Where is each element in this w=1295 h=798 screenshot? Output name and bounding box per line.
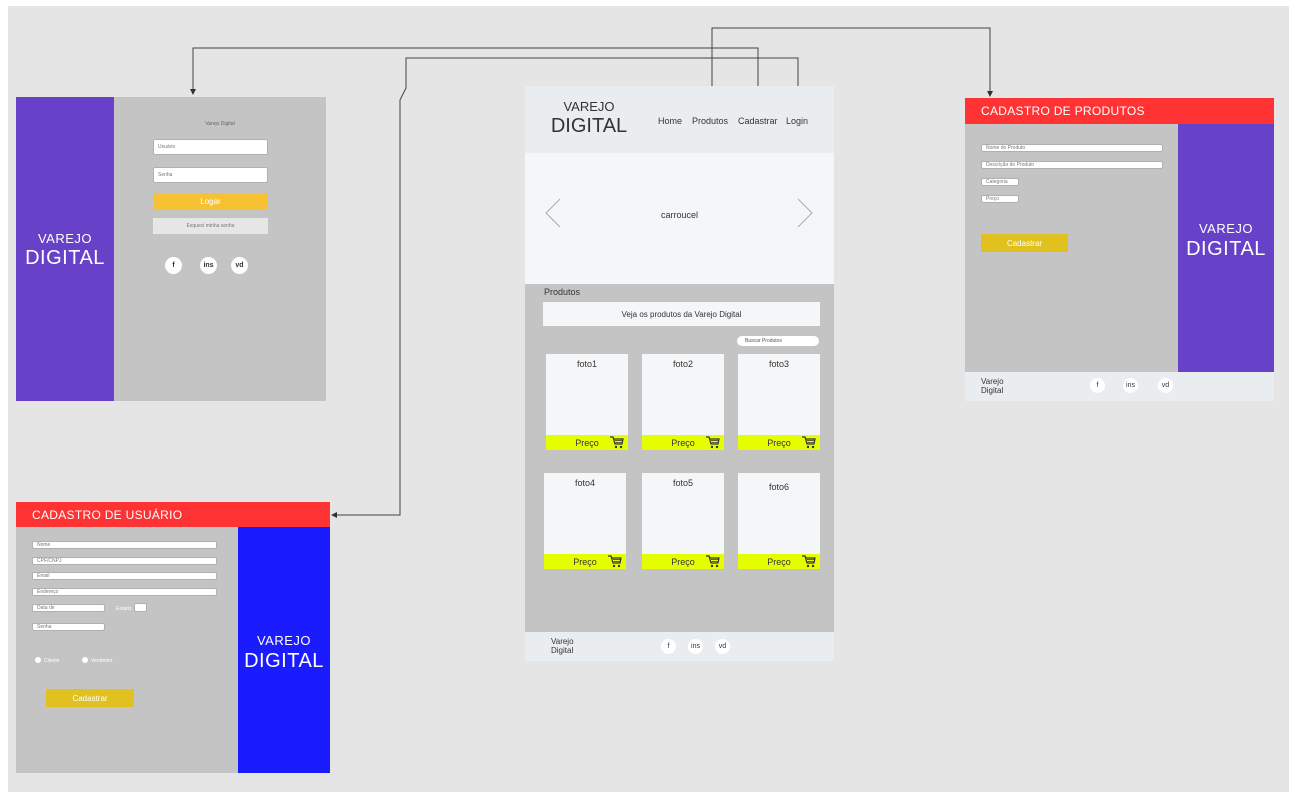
user-signup-title: CADASTRO DE USUÁRIO xyxy=(16,502,330,527)
product-photo: foto6 xyxy=(768,482,790,492)
instagram-icon[interactable]: ins xyxy=(1123,378,1138,393)
carousel: carroucel xyxy=(525,153,834,284)
cart-icon[interactable] xyxy=(706,555,720,568)
carousel-next-icon[interactable] xyxy=(795,197,815,229)
products-section: Produtos Veja os produtos da Varejo Digi… xyxy=(525,284,834,632)
header-brand-large: DIGITAL xyxy=(550,115,628,137)
user-signup-form-panel: Nome CPF/CNPJ Email Endereço Data de Est… xyxy=(16,527,238,773)
login-heading: Varejo Digital xyxy=(205,121,235,127)
product-photo: foto2 xyxy=(672,359,694,369)
nav-login[interactable]: Login xyxy=(786,116,808,126)
cpf-input[interactable]: CPF/CNPJ xyxy=(32,557,217,565)
vd-icon[interactable]: vd xyxy=(231,257,248,274)
product-signup-footer: Varejo Digital f ins vd xyxy=(965,372,1274,401)
status-label: Estado xyxy=(116,606,132,612)
home-screen: VAREJO DIGITAL Home Produtos Cadastrar L… xyxy=(525,86,834,661)
search-products-input[interactable]: Buscar Produtos xyxy=(737,336,819,346)
product-price: Preço xyxy=(575,437,599,448)
radio-seller-label: Vendedor xyxy=(91,658,113,664)
product-name-input[interactable]: Nome do Produto xyxy=(981,144,1163,152)
username-input[interactable]: Usuário xyxy=(153,139,268,155)
footer-brand-line1: Varejo xyxy=(981,377,1004,386)
product-signup-screen: CADASTRO DE PRODUTOS Nome do Produto Des… xyxy=(965,98,1274,401)
product-price: Preço xyxy=(767,556,791,567)
product-signup-form-panel: Nome do Produto Descrição do Produto Cat… xyxy=(965,124,1178,372)
product-signup-title: CADASTRO DE PRODUTOS xyxy=(965,98,1274,124)
instagram-icon[interactable]: ins xyxy=(688,639,703,654)
product-signup-brand-panel: VAREJO DIGITAL xyxy=(1178,124,1274,372)
radio-seller[interactable] xyxy=(82,657,88,663)
product-photo: foto4 xyxy=(574,478,596,488)
login-button[interactable]: Logar xyxy=(153,193,268,210)
product-price: Preço xyxy=(671,437,695,448)
product-price: Preço xyxy=(671,556,695,567)
product-card[interactable]: foto3 Preço xyxy=(738,354,820,450)
cart-icon[interactable] xyxy=(608,555,622,568)
footer-brand: Varejo Digital xyxy=(981,377,1004,395)
product-card[interactable]: foto1 Preço xyxy=(546,354,628,450)
category-input[interactable]: Categoria xyxy=(981,178,1019,186)
address-input[interactable]: Endereço xyxy=(32,588,217,596)
login-form-panel: Varejo Digital Usuário Senha Logar Esque… xyxy=(114,97,326,401)
product-price: Preço xyxy=(573,556,597,567)
cart-icon[interactable] xyxy=(802,555,816,568)
name-input[interactable]: Nome xyxy=(32,541,217,549)
facebook-icon[interactable]: f xyxy=(1090,378,1105,393)
login-screen: VAREJO DIGITAL Varejo Digital Usuário Se… xyxy=(16,97,326,401)
nav-products[interactable]: Produtos xyxy=(692,116,728,126)
user-signup-brand-panel: VAREJO DIGITAL xyxy=(238,527,330,773)
user-signup-screen: CADASTRO DE USUÁRIO Nome CPF/CNPJ Email … xyxy=(16,502,330,773)
carousel-label: carroucel xyxy=(660,210,698,220)
product-description-input[interactable]: Descrição do Produto xyxy=(981,161,1163,169)
brand-large: DIGITAL xyxy=(1186,238,1266,260)
products-banner: Veja os produtos da Varejo Digital xyxy=(543,302,820,326)
price-input[interactable]: Preço xyxy=(981,195,1019,203)
cart-icon[interactable] xyxy=(802,436,816,449)
product-photo: foto3 xyxy=(768,359,790,369)
footer-brand-line1: Varejo xyxy=(551,637,574,646)
brand-large: DIGITAL xyxy=(244,650,324,672)
cart-icon[interactable] xyxy=(706,436,720,449)
brand-small: VAREJO xyxy=(37,231,93,246)
brand-large: DIGITAL xyxy=(25,247,105,269)
date-input[interactable]: Data de xyxy=(32,604,105,612)
facebook-icon[interactable]: f xyxy=(165,257,182,274)
product-photo: foto1 xyxy=(576,359,598,369)
vd-icon[interactable]: vd xyxy=(715,639,730,654)
product-card[interactable]: foto2 Preço xyxy=(642,354,724,450)
cart-icon[interactable] xyxy=(610,436,624,449)
instagram-icon[interactable]: ins xyxy=(200,257,217,274)
brand-small: VAREJO xyxy=(1198,221,1254,236)
product-price: Preço xyxy=(767,437,791,448)
product-card[interactable]: foto4 Preço xyxy=(544,473,626,569)
product-signup-submit-button[interactable]: Cadastrar xyxy=(981,234,1068,252)
forgot-password-button[interactable]: Esqueci minha senha xyxy=(153,218,268,234)
radio-client[interactable] xyxy=(35,657,41,663)
user-signup-submit-button[interactable]: Cadastrar xyxy=(46,689,134,707)
product-photo: foto5 xyxy=(672,478,694,488)
product-card[interactable]: foto5 Preço xyxy=(642,473,724,569)
password-input[interactable]: Senha xyxy=(153,167,268,183)
brand-small: VAREJO xyxy=(256,633,312,648)
facebook-icon[interactable]: f xyxy=(661,639,676,654)
footer-brand: Varejo Digital xyxy=(551,637,574,655)
footer-brand-line2: Digital xyxy=(981,386,1004,395)
products-heading: Produtos xyxy=(544,287,581,297)
signup-password-input[interactable]: Senha xyxy=(32,623,105,631)
header-brand-small: VAREJO xyxy=(563,99,615,114)
footer-brand-line2: Digital xyxy=(551,646,574,655)
home-footer: Varejo Digital f ins vd xyxy=(525,632,834,661)
email-input[interactable]: Email xyxy=(32,572,217,580)
nav-home[interactable]: Home xyxy=(658,116,682,126)
home-header: VAREJO DIGITAL Home Produtos Cadastrar L… xyxy=(525,86,834,153)
vd-icon[interactable]: vd xyxy=(1158,378,1173,393)
product-card[interactable]: foto6 Preço xyxy=(738,473,820,569)
radio-client-label: Cliente xyxy=(44,658,60,664)
nav-signup[interactable]: Cadastrar xyxy=(738,116,778,126)
status-input[interactable] xyxy=(134,603,147,612)
login-brand-panel: VAREJO DIGITAL xyxy=(16,97,114,401)
